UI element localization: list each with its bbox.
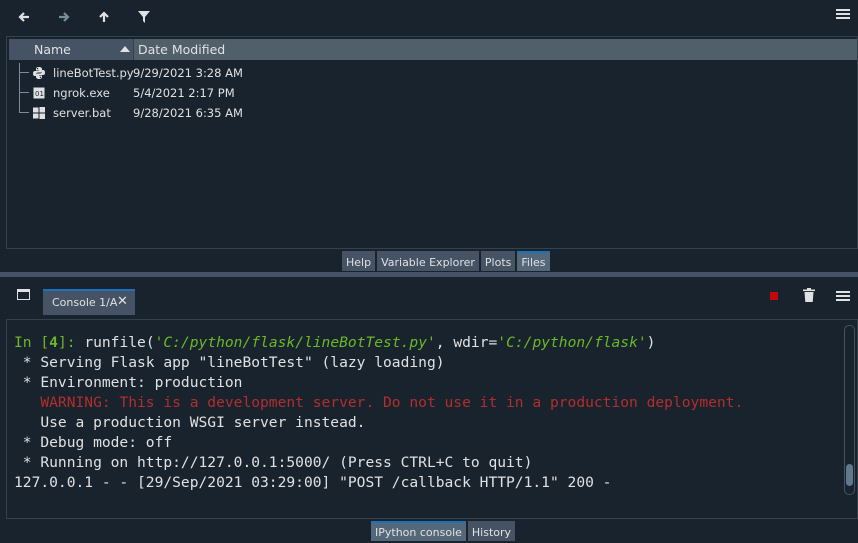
prompt-number: 4	[49, 334, 58, 351]
file-date: 9/29/2021 3:28 AM	[133, 66, 243, 80]
files-options-menu-button[interactable]	[836, 9, 850, 23]
file-tree[interactable]: Name Date Modified lineBotTest.py 9/29/2…	[6, 36, 858, 249]
tab-console-1a[interactable]: Console 1/A ✕	[43, 289, 135, 315]
scrollbar-thumb[interactable]	[846, 464, 853, 486]
hamburger-menu-icon	[836, 291, 850, 301]
output-line: * Debug mode: off	[14, 434, 173, 451]
tab-variable-explorer[interactable]: Variable Explorer	[377, 251, 479, 271]
command-wdir: , wdir=	[435, 334, 498, 351]
tab-files[interactable]: Files	[517, 251, 550, 271]
file-name: server.bat	[53, 106, 111, 120]
tab-ipython-console[interactable]: IPython console	[371, 521, 466, 541]
arrow-up-icon	[99, 11, 109, 22]
file-name: ngrok.exe	[53, 86, 110, 100]
arrow-right-icon	[59, 12, 70, 22]
command-close: )	[646, 334, 656, 351]
tree-connector	[19, 93, 20, 103]
trash-icon[interactable]	[803, 288, 815, 302]
command-path: 'C:/python/flask/lineBotTest.py'	[154, 334, 436, 351]
console-text: In [4]: runfile('C:/python/flask/lineBot…	[14, 333, 743, 493]
output-line: * Serving Flask app "lineBotTest" (lazy …	[14, 354, 445, 371]
column-header-name[interactable]: Name	[9, 39, 134, 60]
command-runfile: runfile(	[84, 334, 155, 351]
parent-directory-button[interactable]	[95, 8, 113, 26]
warning-line: WARNING: This is a development server. D…	[14, 394, 744, 411]
console-pane: Console 1/A ✕ In [4]: runfile('C:/python…	[0, 277, 858, 543]
exe-file-icon: 01	[33, 87, 45, 99]
command-wdir-value: 'C:/python/flask'	[497, 334, 647, 351]
tab-plots[interactable]: Plots	[480, 251, 516, 271]
file-row-server-bat[interactable]: server.bat 9/28/2021 6:35 AM	[9, 103, 309, 123]
close-icon[interactable]: ✕	[117, 294, 128, 309]
file-row-linebottest[interactable]: lineBotTest.py 9/29/2021 3:28 AM	[9, 63, 309, 83]
column-header-date-modified[interactable]: Date Modified	[135, 39, 855, 60]
undock-window-icon[interactable]	[17, 289, 30, 300]
file-row-ngrok[interactable]: 01 ngrok.exe 5/4/2021 2:17 PM	[9, 83, 309, 103]
ipython-console-output[interactable]: In [4]: runfile('C:/python/flask/lineBot…	[6, 319, 858, 519]
file-name: lineBotTest.py	[53, 66, 134, 80]
windows-batch-file-icon	[33, 107, 45, 119]
output-line: * Running on http://127.0.0.1:5000/ (Pre…	[14, 454, 533, 471]
svg-text:01: 01	[35, 90, 44, 98]
files-toolbar	[0, 0, 858, 34]
filter-button[interactable]	[135, 8, 153, 26]
file-date: 5/4/2021 2:17 PM	[133, 86, 235, 100]
output-line: 127.0.0.1 - - [29/Sep/2021 03:29:00] "PO…	[14, 474, 612, 491]
file-date: 9/28/2021 6:35 AM	[133, 106, 243, 120]
hamburger-menu-icon	[836, 9, 850, 19]
output-line: Use a production WSGI server instead.	[14, 414, 366, 431]
python-file-icon	[33, 67, 45, 79]
tree-connector	[19, 83, 29, 93]
console-options-menu-button[interactable]	[836, 291, 850, 305]
tree-connector	[19, 63, 29, 73]
filter-icon	[138, 11, 150, 23]
tree-connector	[19, 73, 20, 83]
console-scrollbar[interactable]	[844, 325, 855, 495]
upper-pane-tabs: Help Variable Explorer Plots Files	[342, 251, 550, 271]
lower-pane-tabs: IPython console History	[371, 521, 516, 541]
prompt-prefix: In [	[14, 334, 50, 351]
file-tree-header: Name Date Modified	[9, 39, 857, 60]
tab-help[interactable]: Help	[342, 251, 376, 271]
output-line: * Environment: production	[14, 374, 243, 391]
stop-icon[interactable]	[770, 292, 778, 300]
prompt-suffix: ]:	[57, 334, 85, 351]
arrow-left-icon	[18, 12, 29, 22]
tab-history[interactable]: History	[467, 521, 516, 541]
files-pane: Name Date Modified lineBotTest.py 9/29/2…	[0, 0, 858, 272]
forward-button[interactable]	[55, 8, 73, 26]
console-tab-label: Console 1/A	[52, 296, 118, 309]
sort-ascending-icon	[120, 46, 130, 52]
tree-connector	[19, 103, 29, 113]
back-button[interactable]	[15, 8, 33, 26]
